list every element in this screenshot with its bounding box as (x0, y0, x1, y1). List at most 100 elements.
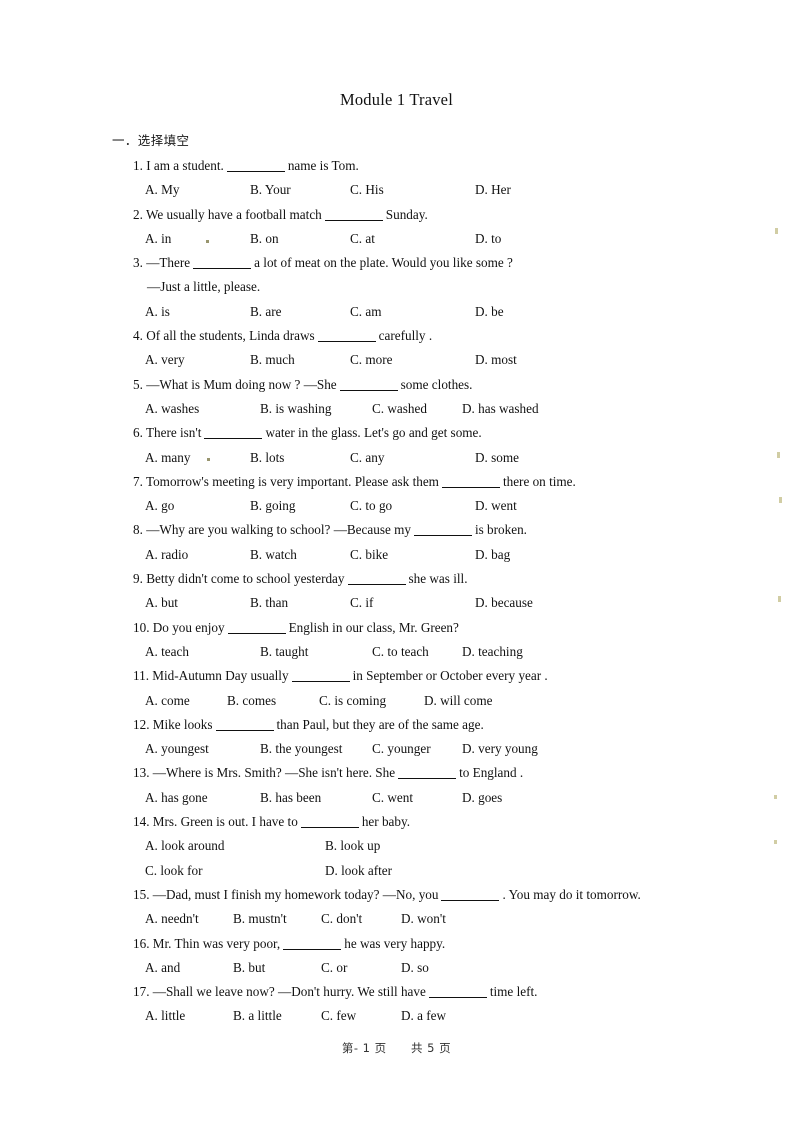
option-choice[interactable]: C. don't (321, 907, 401, 931)
option-choice[interactable]: A. but (145, 591, 250, 615)
question-stem: 13. —Where is Mrs. Smith? —She isn't her… (0, 761, 793, 785)
scan-speck-icon (774, 795, 777, 799)
answer-blank[interactable] (193, 268, 252, 270)
option-choice[interactable]: B. the youngest (260, 737, 372, 761)
answer-blank[interactable] (441, 486, 500, 488)
answer-blank[interactable] (215, 729, 274, 731)
question-text-before-blank: Mike looks (152, 716, 213, 732)
answer-blank[interactable] (227, 632, 286, 634)
option-choice[interactable]: C. bike (350, 543, 475, 567)
answer-blank[interactable] (398, 778, 457, 780)
answer-blank[interactable] (324, 219, 383, 221)
answer-blank[interactable] (300, 827, 359, 829)
answer-blank[interactable] (441, 899, 500, 901)
option-choice[interactable]: D. a few (401, 1004, 446, 1028)
option-choice[interactable]: B. a little (233, 1004, 321, 1028)
option-choice[interactable]: B. is washing (260, 397, 372, 421)
option-choice[interactable]: C. is coming (319, 689, 424, 713)
option-choice[interactable]: A. come (145, 689, 227, 713)
option-choice[interactable]: D. some (475, 446, 519, 470)
option-choice[interactable]: C. at (350, 227, 475, 251)
question-number: 6. (133, 425, 143, 441)
option-choice[interactable]: B. look up (325, 834, 380, 858)
option-choice[interactable]: D. goes (462, 786, 502, 810)
option-choice[interactable]: A. look around (145, 834, 325, 858)
option-choice[interactable]: B. mustn't (233, 907, 321, 931)
question-number: 11. (133, 668, 149, 684)
option-choice[interactable]: C. washed (372, 397, 462, 421)
option-choice[interactable]: A. and (145, 956, 233, 980)
answer-blank[interactable] (317, 341, 376, 343)
option-choice[interactable]: C. more (350, 348, 475, 372)
option-choice[interactable]: A. needn't (145, 907, 233, 931)
option-choice[interactable]: A. My (145, 178, 250, 202)
answer-blank[interactable] (291, 681, 350, 683)
question-text-before-blank: Tomorrow's meeting is very important. Pl… (145, 473, 439, 489)
option-choice[interactable]: C. or (321, 956, 401, 980)
option-choice[interactable]: D. very young (462, 737, 538, 761)
option-choice[interactable]: A. youngest (145, 737, 260, 761)
option-choice[interactable]: A. very (145, 348, 250, 372)
option-choice[interactable]: B. going (250, 494, 350, 518)
option-choice[interactable]: B. watch (250, 543, 350, 567)
option-row: A. little B. a little C. few D. a few (0, 1004, 793, 1028)
question-item: 3. —There a lot of meat on the plate. Wou… (0, 251, 793, 324)
option-choice[interactable]: A. has gone (145, 786, 260, 810)
option-choice[interactable]: D. will come (424, 689, 493, 713)
option-choice[interactable]: B. comes (227, 689, 319, 713)
option-choice[interactable]: D. look after (325, 859, 392, 883)
option-choice[interactable]: D. because (475, 591, 533, 615)
question-number: 9. (133, 571, 143, 587)
option-choice[interactable]: D. Her (475, 178, 511, 202)
option-choice[interactable]: C. am (350, 300, 475, 324)
option-choice[interactable]: C. His (350, 178, 475, 202)
option-choice[interactable]: A. little (145, 1004, 233, 1028)
document-page: Module 1 Travel 一．选择填空 1. I am a student… (0, 0, 793, 1122)
question-stem-continuation: —Just a little, please. (147, 279, 261, 295)
option-choice[interactable]: C. to teach (372, 640, 462, 664)
option-choice[interactable]: B. lots (250, 446, 350, 470)
option-choice[interactable]: D. so (401, 956, 429, 980)
option-choice[interactable]: B. has been (260, 786, 372, 810)
option-choice[interactable]: C. if (350, 591, 475, 615)
option-choice[interactable]: D. went (475, 494, 517, 518)
answer-blank[interactable] (204, 438, 263, 440)
option-choice[interactable]: B. much (250, 348, 350, 372)
option-choice[interactable]: D. bag (475, 543, 510, 567)
option-choice[interactable]: B. but (233, 956, 321, 980)
option-choice[interactable]: C. younger (372, 737, 462, 761)
option-choice[interactable]: B. on (250, 227, 350, 251)
question-item: 1. I am a student. name is Tom. A. My B. Yo… (0, 154, 793, 203)
option-choice[interactable]: B. taught (260, 640, 372, 664)
option-choice[interactable]: A. in (145, 227, 250, 251)
answer-blank[interactable] (226, 171, 285, 172)
option-choice[interactable]: D. to (475, 227, 501, 251)
option-choice[interactable]: C. few (321, 1004, 401, 1028)
option-choice[interactable]: B. Your (250, 178, 350, 202)
question-text-before-blank: —There (146, 255, 191, 271)
option-choice[interactable]: A. many (145, 446, 250, 470)
option-choice[interactable]: A. washes (145, 397, 260, 421)
answer-blank[interactable] (413, 535, 472, 537)
answer-blank[interactable] (283, 948, 342, 950)
option-choice[interactable]: B. than (250, 591, 350, 615)
option-choice[interactable]: A. radio (145, 543, 250, 567)
option-choice[interactable]: D. won't (401, 907, 446, 931)
option-choice[interactable]: D. be (475, 300, 504, 324)
option-choice[interactable]: A. teach (145, 640, 260, 664)
scan-speck-icon (774, 840, 777, 844)
option-choice[interactable]: D. teaching (462, 640, 523, 664)
option-choice[interactable]: C. look for (145, 859, 325, 883)
option-choice[interactable]: D. most (475, 348, 517, 372)
answer-blank[interactable] (347, 584, 406, 586)
answer-blank[interactable] (428, 997, 487, 999)
option-choice[interactable]: C. to go (350, 494, 475, 518)
option-choice[interactable]: B. are (250, 300, 350, 324)
option-choice[interactable]: C. went (372, 786, 462, 810)
option-choice[interactable]: A. is (145, 300, 250, 324)
option-choice[interactable]: C. any (350, 446, 475, 470)
option-choice[interactable]: A. go (145, 494, 250, 518)
answer-blank[interactable] (339, 389, 398, 391)
option-choice[interactable]: D. has washed (462, 397, 539, 421)
option-row: A. washes B. is washing C. washed D. has wa… (0, 397, 793, 421)
